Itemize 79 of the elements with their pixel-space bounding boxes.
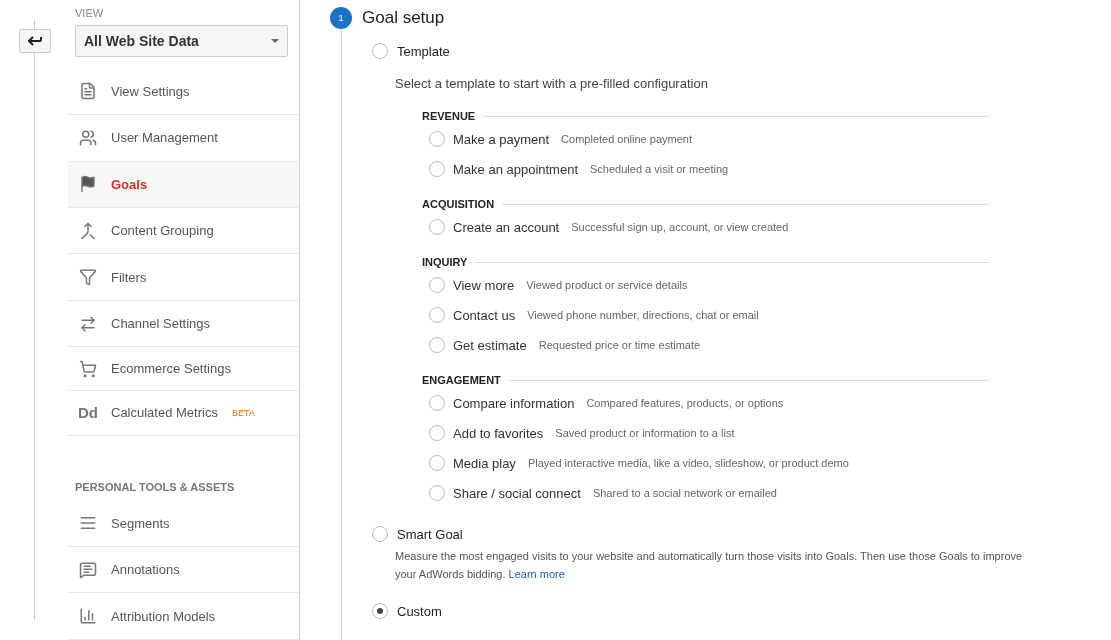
radio-button[interactable] <box>429 219 445 235</box>
option-hint: Completed online payment <box>561 133 692 145</box>
option-hint: Viewed product or service details <box>526 279 688 291</box>
item-label: Channel Settings <box>111 316 210 332</box>
item-label: Goals <box>111 176 148 192</box>
sidebar-item[interactable]: Goals <box>68 161 299 208</box>
radio-button[interactable] <box>429 425 445 441</box>
learn-more-link[interactable]: Learn more <box>508 568 565 580</box>
option-label: Make an appointment <box>453 161 579 177</box>
group-heading: ENGAGEMENT <box>422 372 989 388</box>
step-number: 1 <box>330 7 352 29</box>
radio-button[interactable] <box>372 43 388 59</box>
item-label: Segments <box>111 515 170 531</box>
goal-type-label: Smart Goal <box>397 526 463 542</box>
radio-button[interactable] <box>429 131 445 147</box>
item-label: Attribution Models <box>111 608 216 624</box>
option-hint: Compared features, products, or options <box>586 397 784 409</box>
menu-icon <box>77 268 99 287</box>
back-button[interactable] <box>19 29 51 53</box>
sidebar-item[interactable]: User Management <box>68 115 299 162</box>
option-hint: Played interactive media, like a video, slideshow, or product demo <box>527 457 849 469</box>
radio-button[interactable] <box>429 161 445 177</box>
smart-goal-description: Measure the most engaged visits to your website and automatically turn those visits into Goals. Then use those Goals to improve your AdWords bidding. Learn more <box>395 549 1024 582</box>
sidebar-item[interactable]: Channel Settings <box>68 300 299 348</box>
section-title: PERSONAL TOOLS & ASSETS <box>74 479 236 495</box>
sidebar-item[interactable]: Attribution Models <box>68 593 299 640</box>
option-hint: Successful sign up, account, or view created <box>571 221 789 233</box>
sidebar-item[interactable]: Ecommerce Settings <box>68 347 299 391</box>
group-heading: ACQUISITION <box>422 196 989 212</box>
option-label: View more <box>453 277 515 293</box>
radio-button[interactable] <box>429 485 445 501</box>
sidebar-item[interactable]: Annotations <box>68 547 299 594</box>
item-label: Annotations <box>111 562 180 578</box>
option-label: Media play <box>453 455 516 471</box>
back-arrow-icon <box>28 36 42 46</box>
radio-button[interactable] <box>372 526 388 542</box>
group-heading: REVENUE <box>422 108 989 124</box>
option-label: Make a payment <box>453 131 550 147</box>
radio-button[interactable] <box>429 395 445 411</box>
step-title: Goal setup <box>362 8 445 28</box>
option-label: Create an account <box>453 219 560 235</box>
dd-icon: Dd <box>77 404 99 422</box>
sidebar-item[interactable]: Dd Calculated Metrics BETA <box>68 391 299 436</box>
sidebar-item[interactable]: Filters <box>68 254 299 301</box>
goal-type-label: Template <box>397 43 450 59</box>
view-label: VIEW <box>74 6 105 19</box>
item-label: Filters <box>111 269 147 285</box>
option-label: Share / social connect <box>453 485 581 501</box>
item-label: User Management <box>111 130 218 146</box>
sidebar-item[interactable]: Segments <box>68 500 299 547</box>
goal-type-label: Custom <box>397 603 442 619</box>
option-hint: Requested price or time estimate <box>538 339 701 351</box>
item-label: Content Grouping <box>111 223 214 239</box>
option-label: Contact us <box>453 307 516 323</box>
radio-button[interactable] <box>429 307 445 323</box>
menu-icon <box>77 128 99 147</box>
beta-label: BETA <box>231 407 255 418</box>
item-label: View Settings <box>111 83 190 99</box>
view-select[interactable]: All Web Site Data <box>75 25 288 57</box>
option-hint: Shared to a social network or emailed <box>592 487 777 499</box>
template-description: Select a template to start with a pre-filled configuration <box>395 76 709 91</box>
radio-button[interactable] <box>429 455 445 471</box>
option-label: Get estimate <box>453 337 527 353</box>
item-label: Calculated Metrics <box>111 405 218 421</box>
option-hint: Saved product or information to a list <box>555 427 735 439</box>
menu-icon <box>77 359 99 378</box>
option-hint: Scheduled a visit or meeting <box>590 163 729 175</box>
option-hint: Viewed phone number, directions, chat or email <box>527 309 759 321</box>
radio-button[interactable] <box>372 603 388 619</box>
sidebar-item[interactable]: View Settings <box>68 68 299 116</box>
group-heading: INQUIRY <box>422 254 989 270</box>
sidebar-item[interactable]: Content Grouping <box>68 208 299 255</box>
radio-button[interactable] <box>429 337 445 353</box>
item-label: Ecommerce Settings <box>111 361 231 377</box>
caret-icon <box>271 39 279 43</box>
option-label: Add to favorites <box>453 425 544 441</box>
radio-button[interactable] <box>429 277 445 293</box>
option-label: Compare information <box>453 395 575 411</box>
menu-icon <box>77 560 99 579</box>
